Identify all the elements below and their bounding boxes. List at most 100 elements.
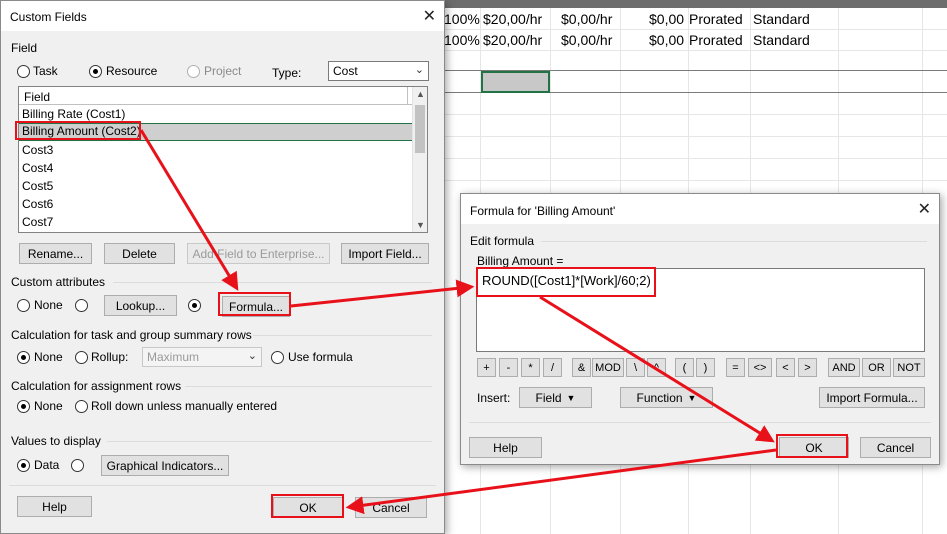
insert-function-button[interactable]: Function ▼ (620, 387, 713, 408)
type-select[interactable]: Cost ⌄ (328, 61, 429, 81)
rename-button[interactable]: Rename... (19, 243, 92, 264)
formula-dialog: Formula for 'Billing Amount' ✕ Edit form… (460, 193, 940, 465)
formula-text-highlight (476, 267, 656, 297)
expression-label: Billing Amount = (477, 254, 564, 268)
close-icon[interactable]: ✕ (423, 6, 436, 26)
list-item[interactable]: Cost5 (22, 179, 53, 197)
table-cell[interactable]: 100% (444, 11, 480, 27)
data-radio[interactable] (17, 459, 30, 472)
chevron-down-icon: ⌄ (414, 64, 424, 76)
help-button[interactable]: Help (17, 496, 92, 517)
op-mod-button[interactable]: MOD (592, 358, 624, 377)
rollup-radio[interactable] (75, 351, 88, 364)
dialog-title: Formula for 'Billing Amount' (470, 204, 616, 218)
data-radio-label: Data (34, 458, 60, 472)
assign-none-label: None (34, 399, 63, 413)
graphical-indicators-button[interactable]: Graphical Indicators... (101, 455, 229, 476)
use-formula-radio[interactable] (271, 351, 284, 364)
edit-formula-label: Edit formula (470, 234, 535, 248)
table-cell[interactable]: $0,00 (649, 11, 684, 27)
table-cell[interactable]: Standard (753, 32, 810, 48)
attr-lookup-radio[interactable] (75, 299, 88, 312)
op-or-button[interactable]: OR (862, 358, 891, 377)
op-less-than-button[interactable]: < (776, 358, 795, 377)
roll-down-label: Roll down unless manually entered (91, 399, 278, 413)
custom-fields-ok-highlight (271, 494, 344, 518)
table-cell[interactable]: Prorated (689, 32, 743, 48)
table-cell[interactable]: $20,00/hr (483, 32, 542, 48)
attr-none-radio[interactable] (17, 299, 30, 312)
values-display-label: Values to display (11, 434, 101, 448)
import-formula-button[interactable]: Import Formula... (819, 387, 925, 408)
table-cell[interactable]: $0,00/hr (561, 11, 612, 27)
use-formula-label: Use formula (288, 350, 353, 364)
cancel-button[interactable]: Cancel (355, 497, 427, 518)
graphical-radio[interactable] (71, 459, 84, 472)
field-list[interactable]: Field Billing Rate (Cost1) Billing Amoun… (18, 86, 428, 233)
resource-radio-label: Resource (106, 64, 158, 78)
calc-none-label: None (34, 350, 63, 364)
type-label: Type: (272, 66, 302, 80)
op-greater-than-button[interactable]: > (798, 358, 817, 377)
table-cell[interactable]: $0,00 (649, 32, 684, 48)
op-backslash-button[interactable]: \ (626, 358, 645, 377)
attr-none-label: None (34, 298, 63, 312)
title-bar: Custom Fields ✕ (1, 1, 444, 31)
resource-radio[interactable] (89, 65, 102, 78)
list-header: Field (19, 87, 412, 105)
custom-attributes-label: Custom attributes (11, 275, 106, 289)
import-field-button[interactable]: Import Field... (341, 243, 429, 264)
scroll-thumb[interactable] (415, 105, 425, 153)
table-cell[interactable]: Prorated (689, 11, 743, 27)
op-close-paren-button[interactable]: ) (696, 358, 715, 377)
table-cell[interactable]: $0,00/hr (561, 32, 612, 48)
roll-down-radio[interactable] (75, 400, 88, 413)
add-field-to-enterprise-button[interactable]: Add Field to Enterprise... (187, 243, 330, 264)
insert-label: Insert: (477, 391, 511, 405)
op-and-button[interactable]: AND (828, 358, 860, 377)
list-header-label: Field (24, 90, 51, 104)
op-open-paren-button[interactable]: ( (675, 358, 694, 377)
delete-button[interactable]: Delete (104, 243, 175, 264)
type-select-value: Cost (333, 64, 358, 78)
op-minus-button[interactable]: - (499, 358, 518, 377)
assign-none-radio[interactable] (17, 400, 30, 413)
billing-amount-highlight (15, 121, 141, 140)
list-item[interactable]: Cost7 (22, 215, 53, 232)
table-cell[interactable]: $20,00/hr (483, 11, 542, 27)
rollup-select-value: Maximum (147, 350, 200, 364)
list-item[interactable]: Cost4 (22, 161, 53, 179)
field-group-label: Field (11, 41, 38, 55)
table-cell[interactable]: Standard (753, 11, 810, 27)
selected-cell[interactable] (481, 71, 550, 93)
op-equal-button[interactable]: = (726, 358, 745, 377)
attr-formula-radio[interactable] (188, 299, 201, 312)
op-divide-button[interactable]: / (543, 358, 562, 377)
close-icon[interactable]: ✕ (918, 199, 931, 219)
calc-assign-label: Calculation for assignment rows (11, 379, 182, 393)
chevron-down-icon: ⌄ (247, 350, 257, 362)
cancel-button[interactable]: Cancel (860, 437, 931, 458)
calc-none-radio[interactable] (17, 351, 30, 364)
rollup-select[interactable]: Maximum ⌄ (142, 347, 262, 367)
scroll-up-icon[interactable]: ▲ (416, 89, 425, 99)
op-not-button[interactable]: NOT (893, 358, 925, 377)
scrollbar[interactable]: ▲ ▼ (412, 87, 427, 232)
op-multiply-button[interactable]: * (521, 358, 540, 377)
list-item[interactable]: Cost6 (22, 197, 53, 215)
table-cell[interactable]: 100% (444, 32, 480, 48)
insert-field-button[interactable]: Field ▼ (519, 387, 592, 408)
task-radio[interactable] (17, 65, 30, 78)
task-radio-label: Task (33, 64, 58, 78)
help-button[interactable]: Help (469, 437, 542, 458)
op-plus-button[interactable]: + (477, 358, 496, 377)
op-not-equal-button[interactable]: <> (748, 358, 772, 377)
list-item[interactable]: Cost3 (22, 143, 53, 161)
scroll-down-icon[interactable]: ▼ (416, 220, 425, 230)
op-concat-button[interactable]: & (572, 358, 591, 377)
dropdown-arrow-icon: ▼ (566, 392, 576, 403)
project-radio[interactable] (187, 65, 200, 78)
formula-ok-highlight (776, 434, 848, 458)
op-power-button[interactable]: ^ (647, 358, 666, 377)
lookup-button[interactable]: Lookup... (104, 295, 177, 316)
